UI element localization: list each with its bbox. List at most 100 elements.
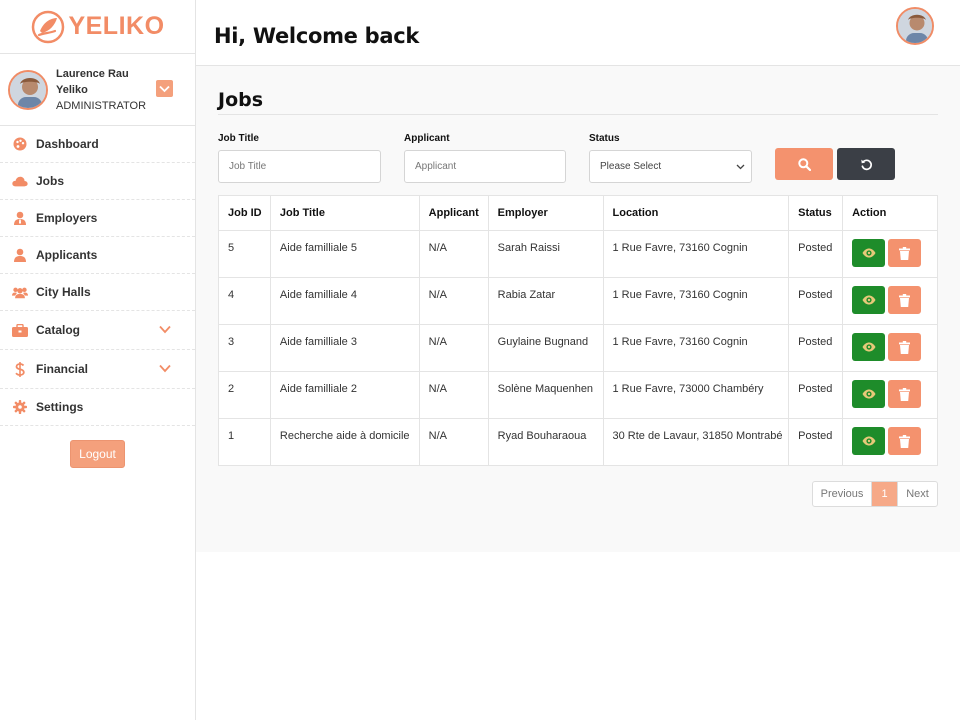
view-button[interactable] — [852, 380, 886, 408]
job-id-cell: 2 — [218, 371, 271, 419]
eye-icon — [862, 248, 876, 258]
column-header-job-title: Job Title — [269, 195, 420, 231]
search-icon — [797, 157, 811, 171]
sidebar-item-label: Applicants — [36, 248, 98, 262]
brand-logo-area[interactable]: YELIKO — [0, 0, 195, 54]
sidebar-item-applicants[interactable]: Applicants — [0, 237, 195, 274]
pagination-next[interactable]: Next — [897, 482, 937, 506]
sidebar-item-label: Financial — [36, 362, 89, 376]
table-header-row: Job ID Job Title Applicant Employer Loca… — [218, 195, 938, 231]
column-header-action: Action — [842, 195, 938, 231]
status-select-value: Please Select — [600, 161, 662, 172]
table-row: 1 Recherche aide à domicile N/A Ryad Bouhar… — [218, 418, 938, 466]
chevron-down-icon — [159, 364, 171, 373]
sidebar-item-label: Settings — [36, 400, 84, 414]
gear-icon — [12, 400, 28, 414]
user-name: Laurence Rau Yeliko — [56, 67, 129, 96]
search-button[interactable] — [775, 148, 833, 180]
pagination-page-1[interactable]: 1 — [872, 482, 897, 506]
job-title-cell: Aide familliale 3 — [269, 324, 420, 372]
sidebar-item-dashboard[interactable]: Dashboard — [0, 126, 195, 163]
employer-cell: Solène Maquenhen — [487, 371, 604, 419]
chevron-down-icon — [159, 85, 170, 92]
table-row: 5 Aide familliale 5 N/A Sarah Raissi 1 Rue F… — [218, 230, 938, 278]
location-cell: 30 Rte de Lavaur, 31850 Montrabé — [602, 418, 790, 466]
brand-name: YELIKO — [68, 12, 165, 40]
job-title-cell: Recherche aide à domicile — [269, 418, 420, 466]
location-cell: 1 Rue Favre, 73000 Chambéry — [602, 371, 790, 419]
applicant-cell: N/A — [418, 418, 489, 466]
status-cell: Posted — [788, 418, 844, 466]
sidebar-item-financial[interactable]: Financial — [0, 350, 195, 389]
applicant-cell: N/A — [418, 277, 489, 325]
job-title-cell: Aide familliale 5 — [269, 230, 420, 278]
brand-logo[interactable]: YELIKO — [30, 9, 164, 45]
action-cell — [842, 371, 938, 419]
delete-button[interactable] — [888, 239, 922, 267]
action-cell — [842, 230, 938, 278]
logout-button[interactable]: Logout — [70, 440, 125, 468]
sidebar-item-catalog[interactable]: Catalog — [0, 311, 195, 350]
leaf-hand-icon — [32, 10, 65, 43]
status-cell: Posted — [788, 371, 844, 419]
dollar-icon — [12, 361, 28, 377]
eye-icon — [862, 389, 876, 399]
sidebar-item-label: Employers — [36, 211, 98, 225]
view-button[interactable] — [852, 239, 886, 267]
undo-icon — [860, 159, 872, 170]
sidebar-item-jobs[interactable]: Jobs — [0, 163, 195, 200]
status-cell: Posted — [788, 230, 844, 278]
applicant-cell: N/A — [418, 371, 489, 419]
applicant-cell: N/A — [418, 230, 489, 278]
user-profile: Laurence Rau Yeliko ADMINISTRATOR — [0, 54, 195, 126]
job-id-cell: 3 — [218, 324, 271, 372]
trash-icon — [899, 434, 911, 448]
sidebar-item-employers[interactable]: Employers — [0, 200, 195, 237]
sidebar-item-label: Catalog — [36, 323, 81, 337]
pagination-previous[interactable]: Previous — [813, 482, 872, 506]
column-header-status: Status — [788, 195, 844, 231]
column-header-job-id: Job ID — [218, 195, 271, 231]
sidebar-item-settings[interactable]: Settings — [0, 389, 195, 426]
location-cell: 1 Rue Favre, 73160 Cognin — [602, 230, 790, 278]
job-title-input[interactable]: Job Title — [218, 150, 381, 183]
delete-button[interactable] — [888, 286, 922, 314]
top-header: Hi, Welcome back — [196, 0, 960, 66]
status-select[interactable]: Please Select — [589, 150, 752, 183]
trash-icon — [899, 246, 911, 260]
applicant-input[interactable]: Applicant — [404, 150, 566, 183]
job-id-cell: 4 — [218, 277, 271, 325]
applicant-label: Applicant — [404, 133, 450, 144]
employer-cell: Ryad Bouharaoua — [487, 418, 604, 466]
delete-button[interactable] — [888, 380, 922, 408]
eye-icon — [862, 436, 876, 446]
delete-button[interactable] — [888, 333, 922, 361]
sidebar-item-city-halls[interactable]: City Halls — [0, 274, 195, 311]
sidebar-nav: Dashboard Jobs Employers Applicants City… — [0, 126, 195, 426]
status-label: Status — [589, 133, 620, 144]
action-cell — [842, 324, 938, 372]
user-role: ADMINISTRATOR — [56, 99, 147, 112]
table-row: 3 Aide familliale 3 N/A Guylaine Bugnand 1 R… — [218, 324, 938, 372]
page-title: Jobs — [218, 89, 264, 111]
welcome-title: Hi, Welcome back — [214, 24, 420, 48]
employer-cell: Rabia Zatar — [487, 277, 604, 325]
location-cell: 1 Rue Favre, 73160 Cognin — [602, 277, 790, 325]
employer-cell: Sarah Raissi — [487, 230, 604, 278]
status-cell: Posted — [788, 324, 844, 372]
sidebar-item-label: Dashboard — [36, 137, 99, 151]
view-button[interactable] — [852, 333, 886, 361]
sidebar-item-label: Jobs — [36, 174, 65, 188]
title-divider — [218, 114, 938, 115]
view-button[interactable] — [852, 286, 886, 314]
header-avatar[interactable] — [896, 7, 934, 45]
profile-dropdown-toggle[interactable] — [156, 80, 173, 97]
delete-button[interactable] — [888, 427, 922, 455]
cloud-icon — [12, 175, 28, 187]
reset-button[interactable] — [837, 148, 895, 180]
column-header-employer: Employer — [487, 195, 604, 231]
user-icon — [12, 248, 28, 262]
trash-icon — [899, 293, 911, 307]
view-button[interactable] — [852, 427, 886, 455]
chevron-down-icon — [159, 325, 171, 334]
